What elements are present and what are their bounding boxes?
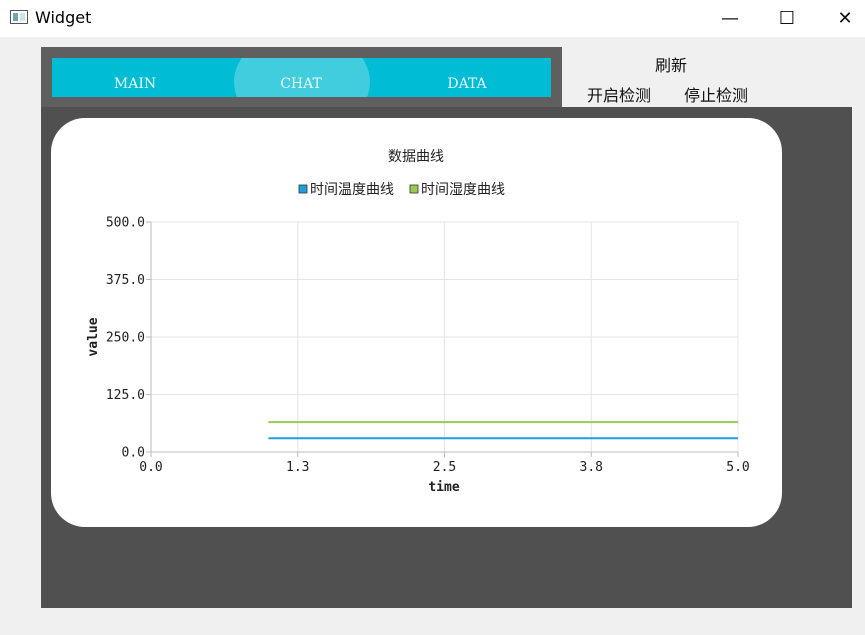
y-tick-label: 375.0 — [106, 273, 145, 288]
title-bar: Widget — ☐ ✕ — [0, 0, 865, 37]
window-title: Widget — [35, 8, 92, 27]
x-tick-label: 0.0 — [139, 460, 162, 475]
legend-label: 时间湿度曲线 — [421, 182, 505, 198]
chart-legend: 时间温度曲线 时间湿度曲线 — [298, 182, 505, 198]
chart-title: 数据曲线 — [388, 149, 444, 165]
y-tick-label: 0.0 — [122, 446, 145, 461]
tab-container: MAIN CHAT DATA — [41, 47, 562, 107]
y-tick-label: 500.0 — [106, 216, 145, 231]
close-icon[interactable]: ✕ — [816, 0, 865, 37]
chart-card: 数据曲线 时间温度曲线 时间湿度曲线 0.0 1.3 2.5 3.8 5.0 0.0 125.… — [51, 118, 782, 527]
minimize-icon[interactable]: — — [701, 0, 759, 37]
y-axis-label: value — [86, 317, 101, 356]
x-tick-label: 3.8 — [580, 460, 603, 475]
legend-marker — [409, 184, 419, 194]
x-axis-label: time — [428, 480, 459, 495]
maximize-icon[interactable]: ☐ — [758, 0, 816, 37]
app-icon — [10, 10, 28, 24]
x-tick-label: 2.5 — [433, 460, 456, 475]
stop-detection-button[interactable]: 停止检测 — [684, 82, 748, 106]
refresh-button[interactable]: 刷新 — [655, 52, 687, 76]
tab-chat[interactable]: CHAT — [218, 76, 384, 92]
legend-label: 时间温度曲线 — [310, 182, 394, 198]
x-tick-label: 1.3 — [286, 460, 309, 475]
x-tick-label: 5.0 — [726, 460, 749, 475]
line-chart: 数据曲线 时间温度曲线 时间湿度曲线 0.0 1.3 2.5 3.8 5.0 0.0 125.… — [86, 149, 750, 495]
chart-grid — [150, 221, 739, 453]
legend-marker — [298, 184, 308, 194]
tab-data[interactable]: DATA — [384, 76, 550, 92]
chart-axes: 0.0 1.3 2.5 3.8 5.0 0.0 125.0 250.0 375.0 500.0 — [106, 216, 750, 476]
control-panel: 刷新 开启检测 停止检测 — [562, 47, 852, 107]
tab-main[interactable]: MAIN — [52, 76, 218, 92]
chart-series — [268, 421, 738, 440]
y-tick-label: 250.0 — [106, 331, 145, 346]
y-tick-label: 125.0 — [106, 388, 145, 403]
tab-bar: MAIN CHAT DATA — [52, 58, 551, 97]
start-detection-button[interactable]: 开启检测 — [587, 82, 651, 106]
